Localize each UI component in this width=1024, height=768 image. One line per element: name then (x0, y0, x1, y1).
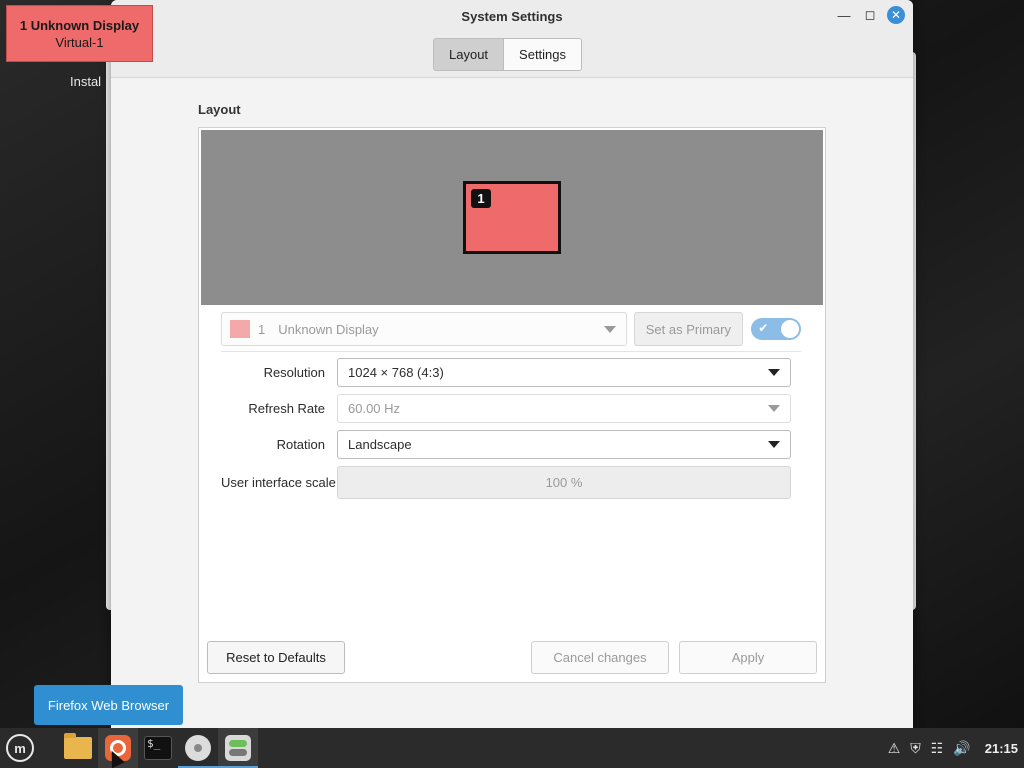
clock[interactable]: 21:15 (985, 741, 1018, 756)
volume-icon[interactable]: 🔊 (953, 740, 970, 757)
display-identify-badge: 1 Unknown Display Virtual-1 (6, 5, 153, 62)
close-icon[interactable]: ✕ (887, 6, 905, 24)
refresh-rate-row: Refresh Rate 60.00 Hz (221, 394, 803, 423)
cancel-changes-button[interactable]: Cancel changes (531, 641, 669, 674)
chevron-down-icon (768, 441, 780, 448)
divider (221, 351, 801, 352)
toggle-knob (781, 320, 799, 338)
rotation-label: Rotation (276, 437, 325, 452)
refresh-rate-select[interactable]: 60.00 Hz (337, 394, 791, 423)
check-icon: ✔ (758, 321, 769, 335)
tab-bar: Layout Settings (433, 38, 583, 71)
shield-icon[interactable]: ⛨ (910, 740, 921, 757)
rotation-row: Rotation Landscape (221, 430, 803, 459)
apply-button[interactable]: Apply (679, 641, 817, 674)
resolution-label: Resolution (263, 365, 325, 380)
tab-layout[interactable]: Layout (434, 39, 504, 70)
identify-subtitle: Virtual-1 (55, 35, 104, 50)
refresh-rate-value: 60.00 Hz (348, 401, 401, 416)
files-icon (64, 733, 92, 759)
display-enable-toggle[interactable]: ✔ (751, 318, 801, 340)
window-title: System Settings (461, 9, 563, 24)
mint-menu-button[interactable]: m (0, 728, 40, 768)
ui-scale-label: User interface scale (221, 475, 336, 490)
layout-panel: 1 1 Unknown Display Set as Primary ✔ Res… (198, 127, 826, 683)
display-color-swatch (230, 320, 250, 338)
chevron-down-icon (768, 369, 780, 376)
section-title: Layout (198, 102, 241, 117)
ui-scale-row: User interface scale 100 % (221, 466, 803, 499)
chevron-down-icon (603, 325, 616, 333)
ui-scale-slider[interactable]: 100 % (337, 466, 791, 499)
system-tray: ⚠ ⛨ ☷ 🔊 21:15 (888, 728, 1018, 768)
settings-icon (225, 735, 251, 761)
reset-to-defaults-button[interactable]: Reset to Defaults (207, 641, 345, 674)
firefox-tooltip: Firefox Web Browser (34, 685, 183, 725)
monitor-number: 1 (471, 189, 491, 208)
tab-settings[interactable]: Settings (503, 39, 582, 70)
files-launcher[interactable] (58, 728, 98, 768)
resolution-value: 1024 × 768 (4:3) (348, 365, 444, 380)
taskbar: m $_ ⚠ ⛨ ☷ 🔊 21:15 (0, 728, 1024, 768)
rotation-select[interactable]: Landscape (337, 430, 791, 459)
maximize-icon[interactable]: ◻ (861, 6, 879, 24)
settings-launcher[interactable] (218, 728, 258, 768)
display-number: 1 (258, 321, 266, 337)
monitor-1-preview[interactable]: 1 (463, 181, 561, 254)
disc-icon (185, 735, 211, 761)
display-selector-row: 1 Unknown Display Set as Primary ✔ (221, 312, 801, 346)
identify-title: 1 Unknown Display (19, 18, 140, 33)
disc-launcher[interactable] (178, 728, 218, 768)
minimize-icon[interactable]: — (835, 6, 853, 24)
chevron-down-icon (768, 405, 780, 412)
refresh-rate-label: Refresh Rate (248, 401, 325, 416)
display-name: Unknown Display (278, 321, 379, 337)
window-controls: — ◻ ✕ (835, 6, 905, 24)
terminal-icon: $_ (144, 736, 172, 760)
ui-scale-value: 100 % (545, 475, 583, 490)
set-as-primary-button[interactable]: Set as Primary (633, 312, 744, 346)
desktop-install-label[interactable]: Instal (70, 74, 101, 89)
notification-icon[interactable]: ⚠ (888, 740, 901, 757)
network-icon[interactable]: ☷ (931, 740, 944, 757)
display-select[interactable]: 1 Unknown Display (221, 312, 627, 346)
resolution-row: Resolution 1024 × 768 (4:3) (221, 358, 803, 387)
system-settings-window: System Settings — ◻ ✕ Layout Settings La… (111, 0, 913, 728)
monitor-layout-preview: 1 (201, 130, 823, 305)
terminal-launcher[interactable]: $_ (138, 728, 178, 768)
rotation-value: Landscape (348, 437, 412, 452)
titlebar: System Settings — ◻ ✕ Layout Settings (111, 0, 913, 78)
resolution-select[interactable]: 1024 × 768 (4:3) (337, 358, 791, 387)
mint-menu-icon: m (6, 734, 34, 762)
